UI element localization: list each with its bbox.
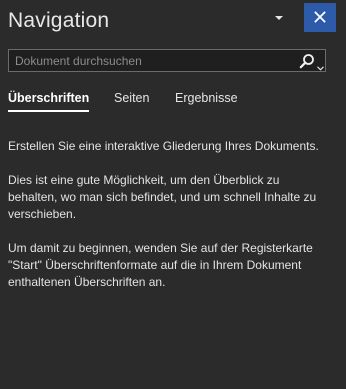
chevron-down-icon — [272, 11, 286, 25]
search-button[interactable] — [295, 50, 326, 71]
tab-seiten[interactable]: Seiten — [114, 89, 149, 107]
chevron-down-icon — [317, 58, 324, 76]
close-button[interactable] — [304, 3, 336, 32]
tab-label: Ergebnisse — [175, 91, 238, 105]
tab-ergebnisse[interactable]: Ergebnisse — [175, 89, 238, 107]
help-text: Erstellen Sie eine interaktive Gliederun… — [8, 138, 328, 308]
help-paragraph: Dies ist eine gute Möglichkeit, um den Ü… — [8, 173, 317, 221]
pane-options-button[interactable] — [272, 11, 286, 25]
help-paragraph: Erstellen Sie eine interaktive Gliederun… — [8, 139, 319, 153]
active-tab-indicator — [8, 110, 90, 112]
navigation-pane: Navigation Dokument durchsuchen Überschr… — [0, 0, 346, 389]
help-paragraph: Um damit zu beginnen, wenden Sie auf der… — [8, 241, 313, 289]
tab-label: Seiten — [114, 91, 150, 105]
tab-bar: Überschriften Seiten Ergebnisse — [8, 89, 338, 113]
pane-title: Navigation — [8, 9, 110, 32]
tab-label: Überschriften — [8, 91, 90, 105]
tab-ueberschriften[interactable]: Überschriften — [8, 89, 90, 112]
search-box — [8, 49, 326, 72]
search-icon — [299, 53, 315, 74]
search-input[interactable] — [9, 50, 295, 71]
